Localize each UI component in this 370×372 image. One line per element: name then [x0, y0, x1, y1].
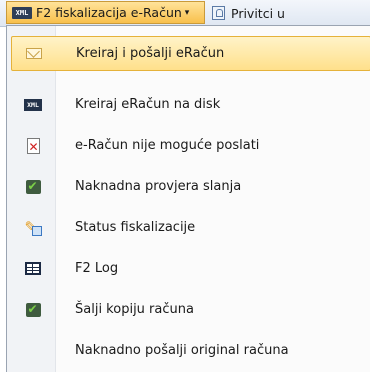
menu-item-f2-log[interactable]: F2 Log [11, 251, 370, 286]
table-icon [25, 262, 41, 275]
check-icon [25, 179, 41, 194]
menu-item-naknadna-provjera[interactable]: Naknadna provjera slanja [11, 169, 370, 204]
attachment-icon [212, 6, 225, 20]
menu-item-naknadno-posalji-original[interactable]: Naknadno pošalji original računa [11, 333, 370, 368]
menu-item-status-fiskalizacije[interactable]: Status fiskalizacije [11, 210, 370, 245]
check-icon [25, 302, 41, 317]
status-edit-icon [25, 218, 42, 236]
menu-item-kreiraj-i-posalji[interactable]: Kreiraj i pošalji eRačun [11, 36, 370, 71]
dropdown-caret-icon: ▾ [184, 7, 190, 18]
menu-item-label: Naknadno pošalji original računa [75, 343, 289, 358]
menu-item-salji-kopiju[interactable]: Šalji kopiju računa [11, 292, 370, 327]
menu-item-label: F2 Log [75, 261, 119, 276]
menu-item-label: e-Račun nije moguće poslati [75, 138, 260, 153]
privitci-label: Privitci u [231, 5, 285, 21]
menu-item-label: Kreiraj i pošalji eRačun [76, 46, 225, 61]
document-error-icon [26, 137, 40, 154]
f2-fiskalizacija-menu-button[interactable]: XML F2 fiskalizacija e-Račun ▾ [6, 1, 205, 24]
f2-fiskalizacija-label: F2 fiskalizacija e-Račun [36, 5, 182, 20]
menu-item-label: Kreiraj eRačun na disk [75, 97, 221, 112]
envelope-icon [26, 48, 42, 59]
toolbar: XML F2 fiskalizacija e-Račun ▾ Privitci … [0, 0, 370, 27]
menu-item-label: Status fiskalizacije [75, 220, 196, 235]
menu-item-label: Šalji kopiju računa [75, 302, 194, 317]
menu-item-nije-moguce-poslati[interactable]: e-Račun nije moguće poslati [11, 128, 370, 163]
xml-file-icon: XML [24, 98, 42, 111]
xml-icon: XML [12, 6, 32, 19]
menu-item-kreiraj-na-disk[interactable]: XML Kreiraj eRačun na disk [11, 87, 370, 122]
menu-item-label: Naknadna provjera slanja [75, 179, 242, 194]
privitci-button[interactable]: Privitci u [212, 2, 285, 24]
dropdown-menu: Kreiraj i pošalji eRačun XML Kreiraj eRa… [6, 25, 370, 372]
